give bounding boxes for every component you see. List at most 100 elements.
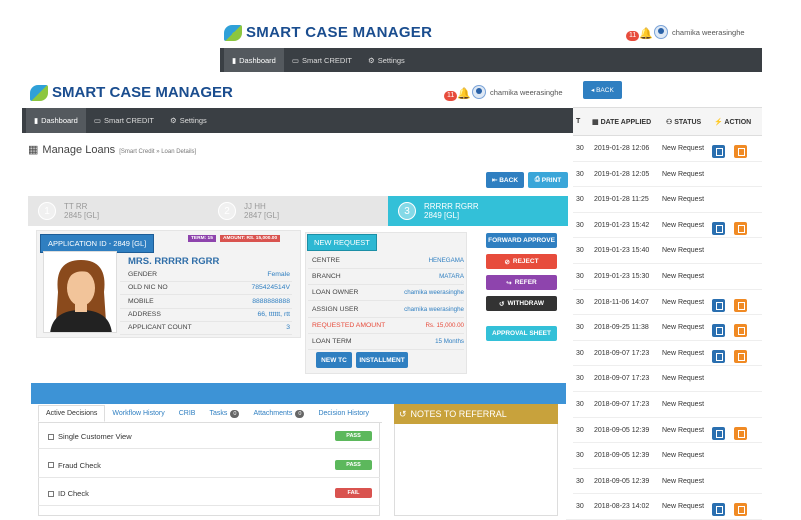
row-date: 2018-11-06 14:07 xyxy=(594,298,649,306)
breadcrumb: [Smart Credit » Loan Details] xyxy=(119,149,197,155)
decision-label: Single Customer View xyxy=(58,432,132,441)
reject-button[interactable]: ⊘ REJECT xyxy=(486,254,557,269)
view-hierarchy-icon[interactable] xyxy=(712,349,725,363)
row-date: 2019-01-28 12:06 xyxy=(594,145,650,152)
user-menu[interactable]: chamika weerasinghe xyxy=(472,85,563,99)
button-label: REFER xyxy=(514,279,537,286)
new-tc-button[interactable]: NEW TC xyxy=(316,352,352,368)
amount-tag: AMOUNT: RS. 15,000.00 xyxy=(220,235,281,242)
edit-icon[interactable] xyxy=(734,349,747,363)
edit-icon[interactable] xyxy=(734,298,747,312)
step-2[interactable]: 2 JJ HH 2847 [GL] xyxy=(208,196,388,226)
row-divider xyxy=(308,300,464,302)
button-label: BACK xyxy=(499,176,519,184)
tab-attachments[interactable]: Attachments 0 xyxy=(246,405,311,422)
row-divider xyxy=(308,332,464,334)
brand-logo-icon xyxy=(30,84,48,101)
row-status: New Request xyxy=(662,298,705,306)
button-label: WITHDRAW xyxy=(507,300,544,307)
decision-status-badge: PASS xyxy=(335,431,372,441)
tab-label: Attachments xyxy=(253,410,293,417)
edit-icon[interactable] xyxy=(734,503,747,517)
user-name: chamika weerasinghe xyxy=(672,27,745,37)
row-date: 2019-01-28 11:25 xyxy=(594,196,649,204)
nav-settings[interactable]: ⚙ Settings xyxy=(162,108,215,133)
row-divider xyxy=(120,281,292,282)
row-truncated-cell: 30 xyxy=(576,503,584,511)
tab-tasks[interactable]: Tasks 0 xyxy=(202,405,246,422)
print-button[interactable]: ⎙ PRINT xyxy=(528,172,568,188)
checkbox[interactable] xyxy=(48,433,54,440)
calendar-icon: ▦ xyxy=(28,144,39,156)
bell-icon: 🔔 xyxy=(457,88,471,100)
request-field-label: ASSIGN USER xyxy=(312,305,359,313)
table-row: 30 2018-09-07 17:23 New Request xyxy=(566,366,762,392)
back-button[interactable]: ⇤ BACK xyxy=(486,172,524,188)
step-name: TT RR xyxy=(64,202,88,211)
row-status: New Request xyxy=(662,452,705,460)
installment-button[interactable]: INSTALLMENT xyxy=(356,352,408,368)
button-label: APPROVAL SHEET xyxy=(492,330,551,337)
edit-icon[interactable] xyxy=(734,145,747,158)
nav-smart-credit[interactable]: ▭ Smart CREDIT xyxy=(284,48,360,72)
customer-field-label: OLD NIC NO xyxy=(128,284,168,292)
tab-crib[interactable]: CRIB xyxy=(172,405,203,422)
front-logo: SMART CASE MANAGER xyxy=(30,84,233,101)
row-status: New Request xyxy=(662,196,705,204)
refer-button[interactable]: ↪ REFER xyxy=(486,275,557,290)
request-field-value: chamika weerasinghe xyxy=(404,289,464,297)
edit-icon[interactable] xyxy=(734,426,747,440)
withdraw-button[interactable]: ↺ WITHDRAW xyxy=(486,296,557,311)
row-truncated-cell: 30 xyxy=(576,170,584,178)
table-header: T ▦ DATE APPLIED ⚇ STATUS ⚡ ACTION xyxy=(566,108,762,136)
tab-decision-history[interactable]: Decision History xyxy=(311,405,376,422)
tab-workflow-history[interactable]: Workflow History xyxy=(105,405,171,422)
edit-icon[interactable] xyxy=(734,221,747,235)
bell-icon: 🔔 xyxy=(639,28,653,40)
nav-settings[interactable]: ⚙ Settings xyxy=(360,48,413,72)
step-number: 2 xyxy=(218,202,236,220)
request-field-value: HENEGAMA xyxy=(428,257,464,264)
brand-name: SMART CASE MANAGER xyxy=(52,84,233,101)
approval-sheet-button[interactable]: APPROVAL SHEET xyxy=(486,326,557,341)
checkbox[interactable] xyxy=(48,462,54,468)
button-label: REJECT xyxy=(512,258,539,265)
nav-dashboard[interactable]: ▮ Dashboard xyxy=(26,108,86,133)
view-hierarchy-icon[interactable] xyxy=(712,426,725,440)
button-label: PRINT xyxy=(541,176,562,184)
view-hierarchy-icon[interactable] xyxy=(712,503,725,517)
view-hierarchy-icon[interactable] xyxy=(712,145,725,158)
view-hierarchy-icon[interactable] xyxy=(712,221,725,235)
row-date: 2018-09-05 12:39 xyxy=(594,477,650,485)
nav-dashboard[interactable]: ▮ Dashboard xyxy=(224,48,284,72)
customer-field-label: ADDRESS xyxy=(128,310,161,318)
front-navbar: ▮ Dashboard ▭ Smart CREDIT ⚙ Settings xyxy=(22,108,573,133)
checkbox[interactable] xyxy=(48,490,54,497)
table-row: 30 2019-01-28 12:05 New Request xyxy=(566,162,762,188)
step-number: 3 xyxy=(398,202,416,220)
notification-bell[interactable]: 11 🔔 xyxy=(444,84,471,102)
new-request-badge: NEW REQUEST xyxy=(307,234,377,251)
step-amount: 2845 [GL] xyxy=(64,211,100,220)
row-truncated-cell: 30 xyxy=(576,477,584,485)
row-truncated-cell: 30 xyxy=(576,375,584,383)
back-window-back-button[interactable]: ◂ BACK xyxy=(583,81,622,99)
decision-tabs: Active Decisions Workflow History CRIB T… xyxy=(38,405,382,423)
nav-label: Settings xyxy=(179,116,207,125)
row-date: 2018-09-25 11:38 xyxy=(594,324,649,332)
view-hierarchy-icon[interactable] xyxy=(712,324,725,338)
table-row: 30 2018-09-05 12:39 New Request xyxy=(566,469,762,495)
step-1[interactable]: 1 TT RR 2845 [GL] xyxy=(28,196,208,226)
user-menu[interactable]: chamika weerasinghe xyxy=(654,25,745,39)
step-3[interactable]: 3 RRRRR RGRR 2849 [GL] xyxy=(388,196,568,226)
edit-icon[interactable] xyxy=(734,324,747,338)
forward-approve-button[interactable]: FORWARD APPROVE xyxy=(486,233,557,248)
view-hierarchy-icon[interactable] xyxy=(712,298,725,312)
row-status: New Request xyxy=(662,272,705,280)
notification-bell[interactable]: 11 🔔 xyxy=(626,24,653,42)
tab-active-decisions[interactable]: Active Decisions xyxy=(38,405,106,422)
avatar xyxy=(654,25,668,39)
nav-label: Dashboard xyxy=(239,55,276,65)
nav-smart-credit[interactable]: ▭ Smart CREDIT xyxy=(86,108,162,133)
dashboard-icon: ▮ xyxy=(34,116,39,125)
